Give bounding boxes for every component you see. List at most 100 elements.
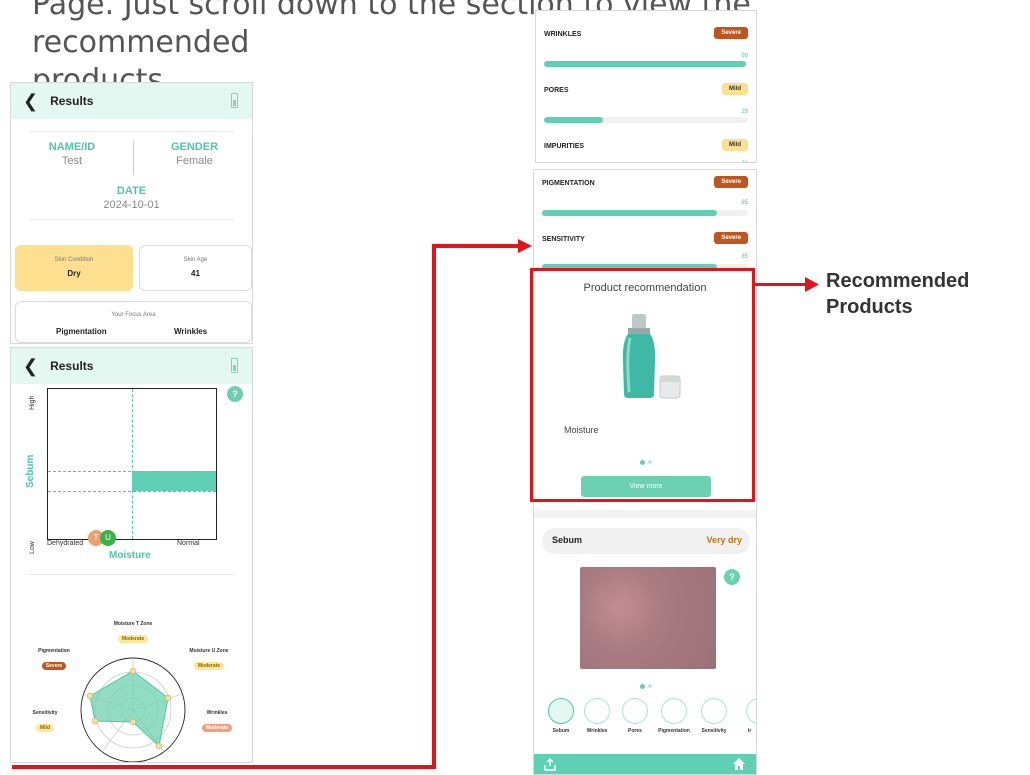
focus-area-card: Your Focus Area Pigmentation Wrinkles <box>15 301 252 343</box>
radar-point <box>129 718 137 726</box>
radar-point <box>91 717 99 725</box>
skin-condition-value: Dry <box>67 269 81 278</box>
focus-item-pigmentation: Pigmentation <box>56 327 107 336</box>
score-track <box>544 117 748 123</box>
y-low-label: Low <box>29 541 36 554</box>
radar-label-pigmentation: Pigmentation Severe <box>29 648 79 672</box>
severity-badge: Severe <box>714 232 748 244</box>
skin-analysis-image <box>580 567 716 669</box>
tab-pores[interactable]: Pores <box>620 698 650 734</box>
sebum-range-bar <box>132 471 216 491</box>
tab-wrinkles[interactable]: Wrinkles <box>582 698 612 734</box>
score-name: PIGMENTATION <box>542 180 595 187</box>
intro-line-1: Page. Just scroll down to the section to… <box>32 0 751 60</box>
severity-tag: Moderate <box>201 724 233 732</box>
score-value: 29 <box>741 109 748 115</box>
skin-scores-screen-top: WRINKLES Severe 99 PORES Mild 29 IMPURIT… <box>535 10 757 163</box>
header-title: Results <box>50 359 94 373</box>
radar-point <box>86 692 94 700</box>
score-value: 31 <box>741 161 748 162</box>
chart-vertical-guide <box>132 389 133 539</box>
skin-condition-card: Skin Condition Dry <box>15 245 133 291</box>
divider <box>29 131 234 132</box>
y-axis-title: Sebum <box>25 454 36 488</box>
score-name: IMPURITIES <box>544 143 585 150</box>
tab-pigmentation[interactable]: Pigmentation <box>652 698 696 734</box>
back-icon[interactable]: ❮ <box>23 356 38 377</box>
radar-label-wrinkles: Wrinkles Moderate <box>195 710 239 734</box>
skin-condition-label: Skin Condition <box>54 257 94 263</box>
severity-tag: Mild <box>36 724 54 732</box>
results-summary-screen: ❮ Results NAME/ID Test GENDER Female DAT… <box>10 82 253 344</box>
sebum-icon <box>548 698 574 724</box>
divider <box>29 219 234 220</box>
skin-age-card: Skin Age 41 <box>139 245 252 291</box>
header-bar: ❮ Results <box>11 83 252 119</box>
radar-label-moisture-u: Moisture U Zone Moderate <box>179 648 239 672</box>
radar-label-sensitivity: Sensitivity Mild <box>23 710 67 734</box>
battery-icon <box>231 93 238 108</box>
score-fill <box>544 61 746 67</box>
score-value: 85 <box>741 254 748 260</box>
severity-tag: Moderate <box>117 635 149 643</box>
help-button[interactable]: ? <box>227 386 243 402</box>
x-left-label: Dehydrated <box>47 540 84 547</box>
severity-badge: Severe <box>714 176 748 188</box>
battery-icon <box>231 358 238 373</box>
sebum-value: Very dry <box>706 535 742 545</box>
category-tab-bar: Sebum Wrinkles Pores Pigmentation Sensit… <box>534 698 756 744</box>
score-row-pigmentation: PIGMENTATION Severe 85 <box>542 176 748 226</box>
radar-label-text: Moisture T Zone <box>113 621 153 627</box>
x-right-label: Normal <box>177 540 200 547</box>
tab-label: Sensitivity <box>701 728 727 734</box>
score-name: SENSITIVITY <box>542 236 585 243</box>
focus-item-wrinkles: Wrinkles <box>174 327 208 336</box>
tab-label: Wrinkles <box>586 728 608 734</box>
arrow-head-icon <box>805 277 819 292</box>
radar-label-text: Wrinkles <box>206 710 228 716</box>
gender-label: GENDER <box>170 141 219 153</box>
section-divider <box>534 510 756 518</box>
radar-point <box>129 667 137 675</box>
severity-badge: Severe <box>714 27 748 39</box>
y-high-label: High <box>29 395 36 410</box>
tab-label: Pores <box>628 728 642 734</box>
skin-age-value: 41 <box>191 269 200 278</box>
tab-more[interactable]: Ir <box>738 698 756 734</box>
tab-label: Ir <box>748 728 752 734</box>
score-row-pores: PORES Mild 29 <box>544 81 748 131</box>
date-field: DATE 2024-10-01 <box>11 185 252 211</box>
share-icon[interactable] <box>544 758 556 771</box>
score-track <box>542 210 748 216</box>
score-name: PORES <box>544 87 569 94</box>
bottom-bar <box>534 754 756 774</box>
sebum-result-pill[interactable]: Sebum Very dry <box>542 528 750 554</box>
highlight-connector <box>755 283 809 286</box>
annotation-line-2: Products <box>826 296 913 318</box>
help-button[interactable]: ? <box>724 569 740 585</box>
gender-field: GENDER Female <box>135 141 252 167</box>
flow-connector <box>432 244 436 769</box>
pigmentation-icon <box>661 698 687 724</box>
focus-area-label: Your Focus Area <box>111 312 156 318</box>
name-label: NAME/ID <box>48 141 96 153</box>
sebum-label: Sebum <box>552 535 583 545</box>
wrinkles-icon <box>584 698 610 724</box>
tab-sensitivity[interactable]: Sensitivity <box>696 698 732 734</box>
annotation-label: Recommended Products <box>826 268 969 320</box>
name-value: Test <box>61 155 83 167</box>
score-name: WRINKLES <box>544 31 582 38</box>
marker-u: U <box>100 530 116 546</box>
carousel-dot-active[interactable] <box>640 684 645 689</box>
image-carousel-dots[interactable] <box>640 684 652 689</box>
carousel-dot[interactable] <box>648 684 652 688</box>
chart-horizontal-guide <box>48 491 216 492</box>
flow-connector <box>12 765 436 769</box>
tab-sebum[interactable]: Sebum <box>546 698 576 734</box>
score-value: 99 <box>741 53 748 59</box>
back-icon[interactable]: ❮ <box>23 91 38 112</box>
home-icon[interactable] <box>732 757 746 771</box>
tab-label: Sebum <box>552 728 570 734</box>
severity-badge: Mild <box>722 139 748 151</box>
date-value: 2024-10-01 <box>103 199 160 211</box>
